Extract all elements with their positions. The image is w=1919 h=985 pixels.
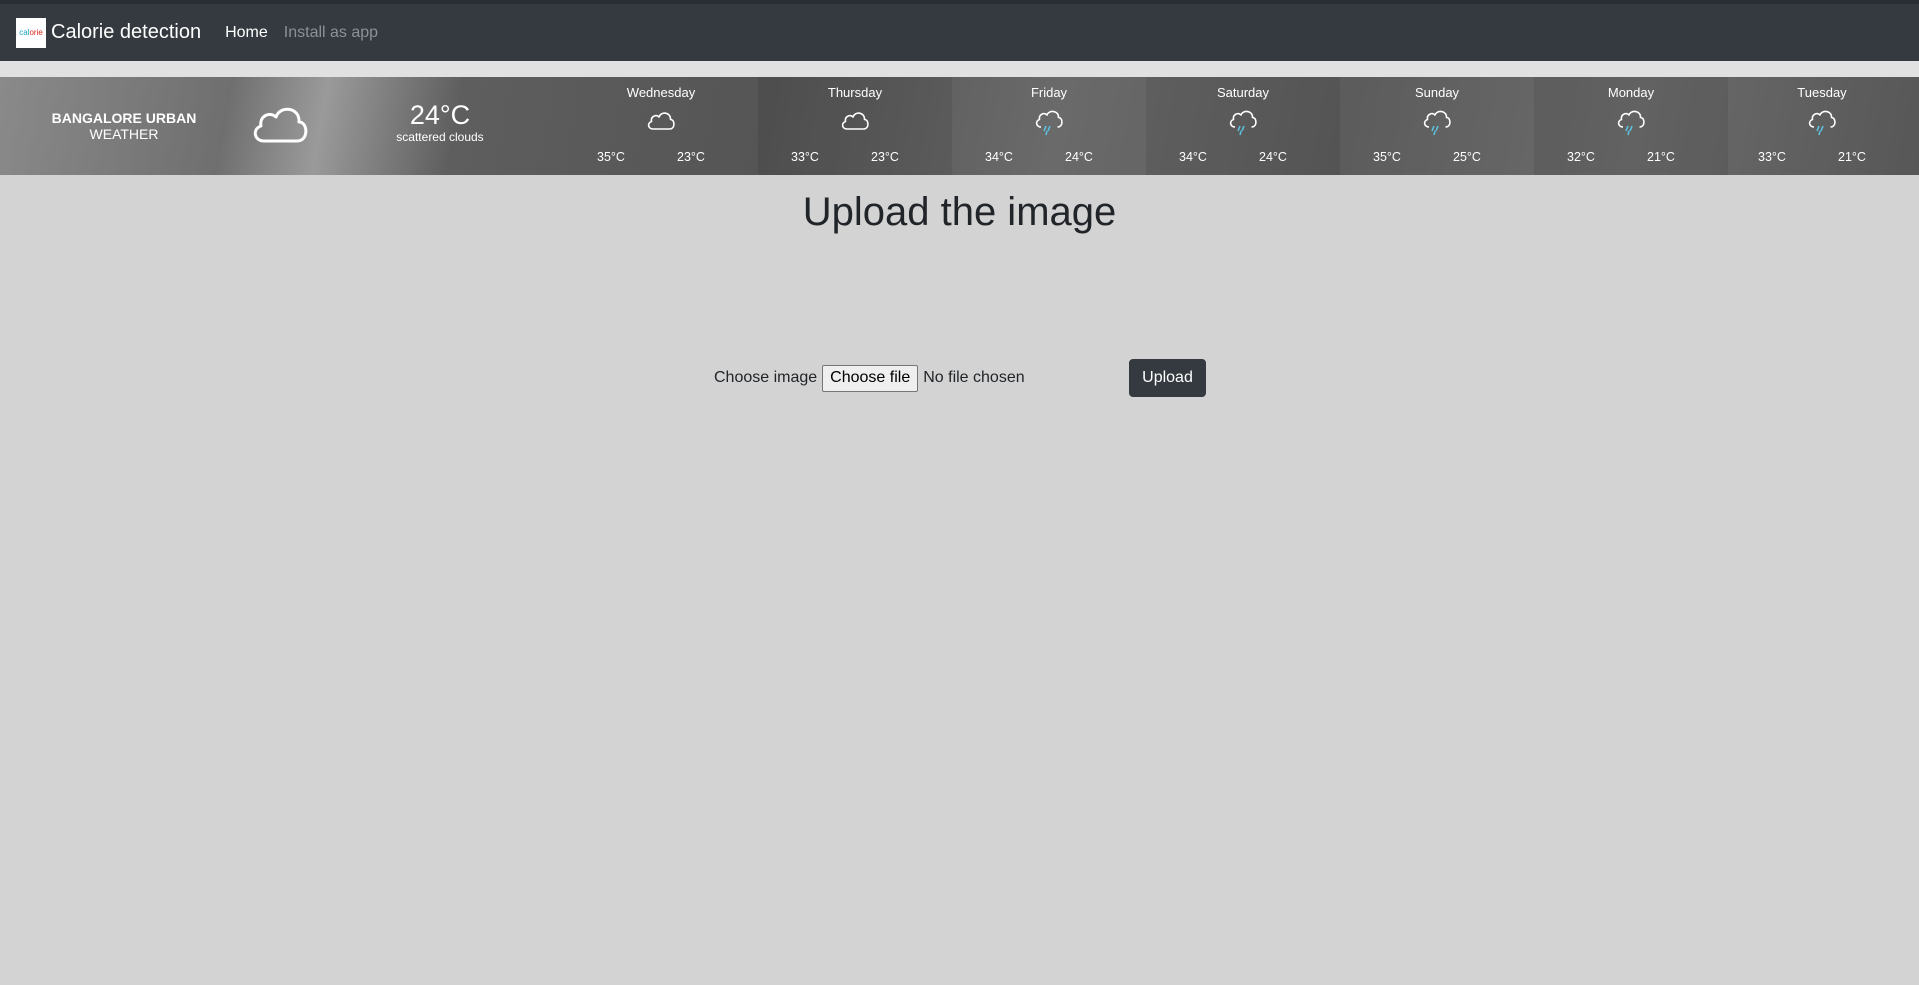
nav-home-link[interactable]: Home	[225, 24, 268, 42]
current-temperature: 24°C	[409, 100, 471, 130]
logo-text-part: cal	[19, 28, 30, 37]
brand-title[interactable]: Calorie detection	[51, 21, 201, 44]
nav-install-app-link[interactable]: Install as app	[284, 24, 378, 42]
weather-location: BANGALORE URBAN WEATHER	[51, 110, 197, 142]
cloud-icon	[646, 109, 676, 133]
rain-cloud-icon	[1228, 109, 1258, 136]
current-description: scattered clouds	[396, 130, 484, 144]
weather-subtitle: WEATHER	[89, 126, 159, 142]
forecast-day: Tuesday 33°C 21°C	[1725, 77, 1919, 175]
forecast-day: Thursday 33°C 23°C	[758, 77, 952, 175]
forecast-low: 24°C	[1259, 150, 1287, 164]
upload-form: Choose image Choose file No file chosen	[714, 358, 1025, 398]
rain-cloud-icon	[1422, 109, 1452, 136]
choose-image-label: Choose image	[714, 369, 818, 386]
forecast-high: 35°C	[1373, 150, 1401, 164]
forecast-day: Saturday 34°C 24°C	[1146, 77, 1340, 175]
forecast-day-name: Friday	[1030, 85, 1068, 100]
forecast-day-name: Wednesday	[626, 85, 696, 100]
brand-link[interactable]: cal orie Calorie detection	[16, 17, 201, 48]
forecast-high: 32°C	[1567, 150, 1595, 164]
navbar-spacer	[0, 61, 1919, 77]
rain-cloud-icon	[1034, 109, 1064, 136]
current-weather: 24°C scattered clouds	[390, 101, 490, 145]
forecast-high: 33°C	[791, 150, 819, 164]
forecast-high: 34°C	[1179, 150, 1207, 164]
forecast-day-name: Thursday	[827, 85, 883, 100]
forecast-day: Sunday 35°C 25°C	[1340, 77, 1534, 175]
location-name: BANGALORE URBAN	[51, 110, 197, 126]
forecast-high: 34°C	[985, 150, 1013, 164]
forecast-low: 23°C	[871, 150, 899, 164]
forecast-low: 24°C	[1065, 150, 1093, 164]
file-status-text: No file chosen	[923, 369, 1025, 386]
upload-button[interactable]: Upload	[1129, 359, 1206, 397]
forecast-low: 23°C	[677, 150, 705, 164]
choose-file-button[interactable]: Choose file	[822, 364, 919, 392]
forecast-low: 21°C	[1838, 150, 1866, 164]
weather-widget: BANGALORE URBAN WEATHER 24°C scattered c…	[0, 77, 1919, 175]
cloud-icon	[840, 109, 870, 133]
forecast-day: Monday 32°C 21°C	[1534, 77, 1728, 175]
navbar: cal orie Calorie detection Home Install a…	[0, 0, 1919, 61]
forecast-day-name: Monday	[1607, 85, 1655, 100]
logo-text-part: orie	[29, 28, 43, 37]
forecast-day-name: Saturday	[1216, 85, 1270, 100]
rain-cloud-icon	[1807, 109, 1837, 136]
forecast-low: 25°C	[1453, 150, 1481, 164]
forecast-day-name: Sunday	[1414, 85, 1460, 100]
brand-logo: cal orie	[16, 17, 46, 48]
forecast-day: Wednesday 35°C 23°C	[564, 77, 758, 175]
forecast-day-name: Tuesday	[1797, 85, 1847, 100]
page-title: Upload the image	[802, 190, 1117, 234]
forecast-high: 35°C	[597, 150, 625, 164]
forecast-day: Friday 34°C 24°C	[952, 77, 1146, 175]
rain-cloud-icon	[1616, 109, 1646, 136]
cloud-icon	[250, 101, 310, 150]
forecast-high: 33°C	[1758, 150, 1786, 164]
forecast-low: 21°C	[1647, 150, 1675, 164]
